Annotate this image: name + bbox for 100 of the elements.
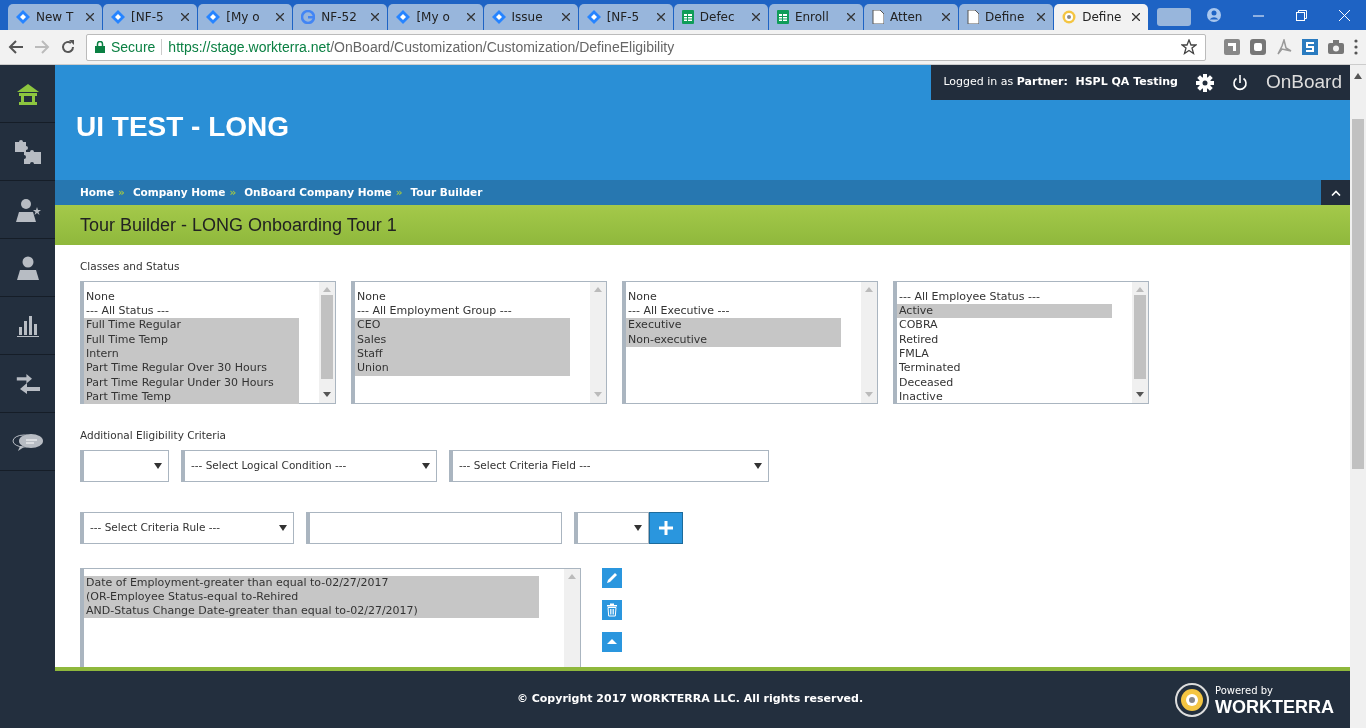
spreadsheet-icon: [681, 10, 694, 24]
add-button[interactable]: [649, 511, 683, 544]
browser-tab[interactable]: Issue: [483, 4, 578, 30]
browser-tab[interactable]: NF-52: [293, 4, 388, 30]
scrollbar[interactable]: [1132, 281, 1148, 403]
restore-icon[interactable]: [1296, 9, 1307, 21]
scroll-down-icon[interactable]: [1136, 391, 1144, 397]
list-box[interactable]: --- All Employee Status --- Active COBRA Retired FMLA Terminated Deceased Inactive: [893, 280, 1149, 404]
browser-tab[interactable]: Define: [959, 4, 1054, 30]
browser-tab[interactable]: Atten: [864, 4, 959, 30]
scrollbar[interactable]: [319, 281, 335, 403]
camera-icon[interactable]: [1328, 40, 1344, 54]
list-box[interactable]: None --- All Status --- Full Time Regular Full Time Temp Intern Part Time Regular Over 30 Hours Part Time Regular Under 30 Hours Part Time Temp: [80, 280, 336, 404]
list-option[interactable]: Active: [897, 304, 1112, 319]
star-icon[interactable]: [1181, 39, 1197, 55]
menu-icon[interactable]: [1354, 39, 1358, 55]
list-option[interactable]: FMLA: [897, 346, 1112, 362]
browser-tab[interactable]: [My o: [388, 4, 483, 30]
close-icon[interactable]: [1037, 13, 1046, 21]
swap-arrows-icon[interactable]: [15, 373, 40, 394]
text-field[interactable]: [306, 511, 562, 544]
reload-icon[interactable]: [60, 39, 76, 55]
extension-icon[interactable]: [1224, 39, 1240, 55]
close-icon[interactable]: [1132, 13, 1141, 21]
close-icon[interactable]: [942, 13, 951, 21]
url-text[interactable]: https://stage.workterra.net/OnBoard/Customization/Customization/DefineEligibility: [168, 36, 675, 58]
scroll-up-icon[interactable]: [1354, 73, 1362, 79]
list-option[interactable]: --- All Executive ---: [626, 304, 841, 319]
dropdown[interactable]: --- Select Criteria Rule ---: [80, 511, 294, 544]
close-icon[interactable]: [561, 13, 570, 21]
close-icon[interactable]: [466, 13, 475, 21]
close-icon[interactable]: [371, 13, 380, 21]
scroll-down-icon[interactable]: [323, 391, 331, 397]
browser-tab[interactable]: Defec: [673, 4, 768, 30]
breadcrumb-link[interactable]: Company Home: [132, 184, 226, 201]
person-icon[interactable]: [16, 255, 39, 280]
close-icon[interactable]: [276, 13, 285, 21]
list-option[interactable]: Retired: [897, 332, 1112, 347]
browser-tab[interactable]: [NF-5: [103, 4, 198, 30]
list-option[interactable]: Deceased: [897, 375, 1112, 390]
list-option[interactable]: CEO: [355, 318, 570, 333]
breadcrumb-link[interactable]: Tour Builder: [410, 184, 483, 201]
diamond-icon: [491, 10, 506, 24]
address-bar[interactable]: Secure https://stage.workterra.net/OnBoard/Customization/Customization/DefineEligibility: [86, 33, 1206, 61]
secure-label: Secure: [111, 37, 156, 57]
list-option[interactable]: Union: [355, 361, 570, 376]
list-option[interactable]: Inactive: [897, 389, 1112, 405]
browser-tab[interactable]: Define: [1054, 4, 1149, 30]
list-option[interactable]: COBRA: [897, 318, 1112, 333]
page-scrollbar[interactable]: [1350, 65, 1366, 728]
extension-icon[interactable]: [1250, 39, 1266, 55]
list-option[interactable]: Terminated: [897, 361, 1112, 376]
browser-tab[interactable]: [NF-5: [578, 4, 673, 30]
browser-tab[interactable]: [My o: [198, 4, 293, 30]
trash-icon: [605, 602, 619, 617]
diamond-icon: [586, 10, 601, 24]
list-option[interactable]: Part Time Regular Over 30 Hours: [84, 361, 299, 376]
caret-down-icon: [634, 524, 642, 531]
list-box[interactable]: None --- All Employment Group --- CEO Sales Staff Union: [351, 280, 607, 404]
pdf-icon[interactable]: [1276, 39, 1292, 55]
extension-icon[interactable]: [1302, 39, 1318, 55]
puzzle-icon[interactable]: [13, 139, 42, 164]
scrollbar[interactable]: [564, 568, 580, 667]
list-option[interactable]: None: [84, 289, 299, 305]
bar-chart-icon[interactable]: [16, 314, 39, 337]
close-icon[interactable]: [656, 13, 665, 21]
diamond-icon: [16, 10, 30, 24]
delete-button[interactable]: [602, 599, 622, 620]
browser-tab[interactable]: New T: [8, 4, 103, 30]
list-option[interactable]: --- All Employee Status ---: [897, 289, 1112, 305]
dropdown[interactable]: --- Select Logical Condition ---: [181, 449, 437, 482]
close-icon[interactable]: [751, 13, 760, 21]
settings-icon[interactable]: [1195, 73, 1214, 92]
list-option[interactable]: --- All Employment Group ---: [355, 304, 570, 319]
person-star-icon[interactable]: [14, 197, 41, 222]
list-option[interactable]: --- All Status ---: [84, 304, 299, 319]
list-option[interactable]: Executive: [626, 318, 841, 333]
list-box[interactable]: None --- All Executive --- Executive Non-executive: [622, 280, 878, 404]
dropdown[interactable]: --- Select Criteria Field ---: [449, 449, 769, 482]
breadcrumb-link[interactable]: OnBoard Company Home: [244, 184, 392, 201]
edit-button[interactable]: [602, 567, 622, 588]
close-icon[interactable]: [86, 13, 95, 21]
google-icon: [301, 10, 316, 24]
collapse-button[interactable]: [1321, 180, 1350, 205]
list-option[interactable]: None: [626, 289, 841, 305]
breadcrumb-link[interactable]: Home: [80, 184, 115, 201]
home-icon[interactable]: [15, 82, 40, 105]
list-option[interactable]: Full Time Regular: [84, 318, 299, 333]
criteria-entry[interactable]: Date of Employment-greater than equal to-02/27/2017: [84, 575, 539, 590]
back-icon[interactable]: [8, 39, 24, 55]
browser-tab[interactable]: Enroll: [768, 4, 863, 30]
close-icon[interactable]: [181, 13, 190, 21]
chat-icon[interactable]: [11, 431, 44, 452]
power-icon[interactable]: [1231, 74, 1248, 91]
close-icon[interactable]: [847, 13, 855, 21]
caret-down-icon: [754, 462, 762, 469]
caret-down-icon: [422, 462, 430, 469]
list-option[interactable]: None: [355, 289, 570, 305]
move-up-button[interactable]: [602, 631, 622, 652]
profile-icon[interactable]: [1207, 8, 1221, 22]
